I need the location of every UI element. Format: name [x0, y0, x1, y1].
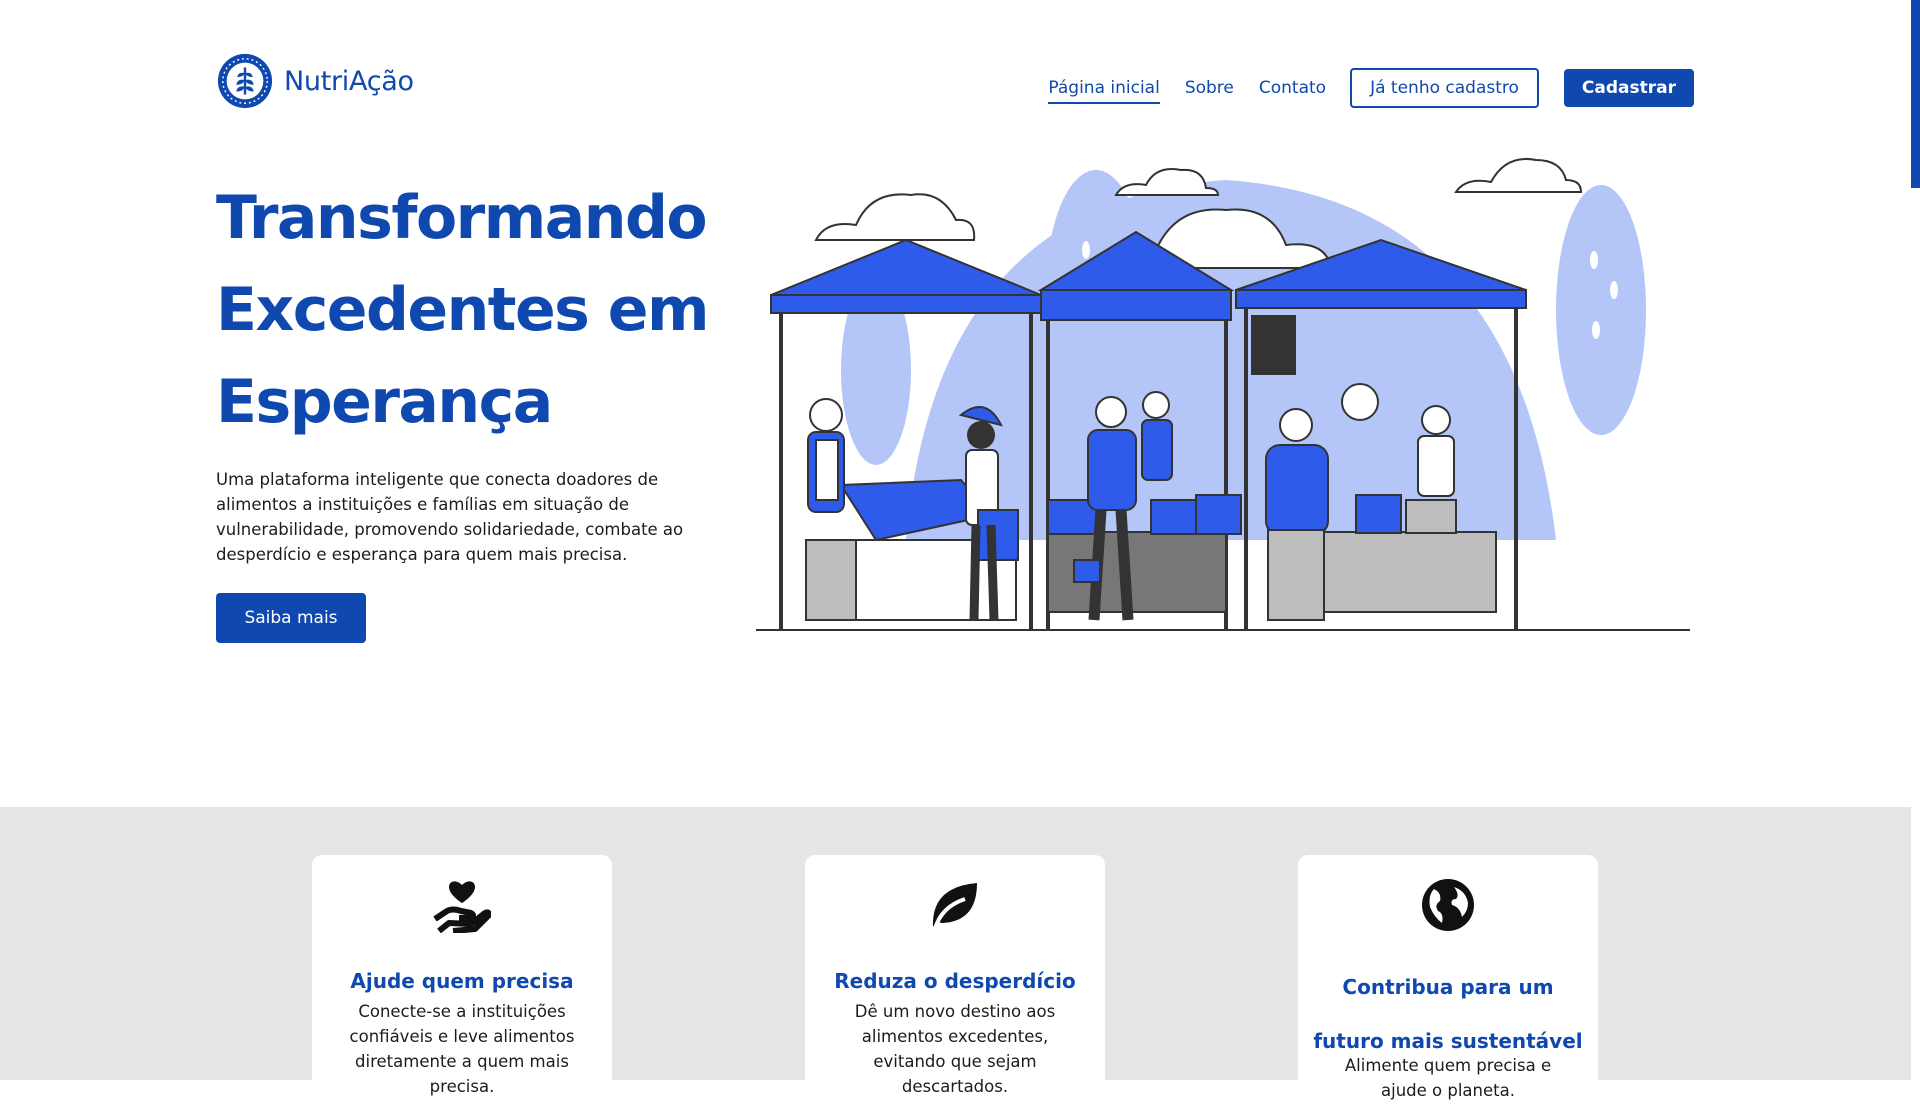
feature-title: Ajude quem precisa	[350, 969, 574, 993]
nav-home-link[interactable]: Página inicial	[1048, 78, 1160, 104]
brand-name: NutriAção	[284, 65, 414, 97]
feature-text: Alimente quem precisa e ajude o planeta.	[1344, 1056, 1552, 1100]
globe-icon	[1422, 879, 1474, 931]
nav-about-link[interactable]: Sobre	[1185, 78, 1234, 98]
feature-title: Reduza o desperdício	[834, 969, 1076, 993]
feature-text: Conecte-se a instituições confiáveis e l…	[349, 1002, 575, 1096]
feature-title: Contribua para um futuro mais sustentáve…	[1313, 975, 1583, 1053]
feature-text: Dê um novo destino aos alimentos exceden…	[854, 1002, 1056, 1096]
hero-description: Uma plataforma inteligente que conecta d…	[216, 470, 684, 564]
brand[interactable]: NutriAção	[216, 52, 414, 110]
site-header: NutriAção Página inicial Sobre Contato J…	[216, 52, 1694, 116]
wheat-seal-icon	[217, 53, 273, 109]
learn-more-button[interactable]: Saiba mais	[216, 593, 366, 643]
feature-card: Contribua para um futuro mais sustentáve…	[1298, 855, 1598, 1115]
feature-card: Reduza o desperdício Dê um novo destino …	[805, 855, 1105, 1115]
feature-card: Ajude quem precisa Conecte-se a institui…	[312, 855, 612, 1115]
login-button[interactable]: Já tenho cadastro	[1350, 68, 1539, 108]
main-nav: Página inicial Sobre Contato Já tenho ca…	[1023, 68, 1694, 108]
leaf-icon	[932, 883, 977, 930]
hero-title: Transformando Excedentes em Esperança	[216, 183, 710, 437]
scrollbar-thumb[interactable]	[1911, 0, 1920, 188]
register-button[interactable]: Cadastrar	[1563, 69, 1694, 107]
features-section: Ajude quem precisa Conecte-se a institui…	[0, 807, 1911, 1115]
hand-heart-icon	[433, 881, 491, 933]
market-stalls-illustration	[756, 158, 1690, 631]
nav-contact-link[interactable]: Contato	[1259, 78, 1326, 98]
